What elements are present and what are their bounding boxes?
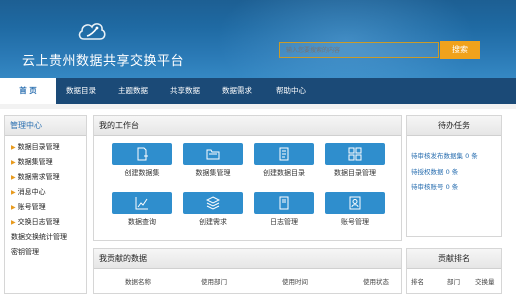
sidebar-item-label: 账号管理 bbox=[17, 203, 46, 211]
tile-dataset-mgmt[interactable]: 数据集管理 bbox=[183, 143, 243, 178]
contribution-rank-panel: 贡献排名 排名 部门 交换量 bbox=[406, 248, 502, 294]
tile-create-catalog[interactable]: 创建数据目录 bbox=[254, 143, 314, 178]
column-header: 使用状态 bbox=[363, 278, 389, 286]
contrib-title: 我贡献的数据 bbox=[94, 249, 401, 269]
account-icon bbox=[325, 192, 385, 214]
nav-item-home[interactable]: 首 页 bbox=[0, 78, 56, 104]
sidebar-item-label: 数据目录管理 bbox=[17, 143, 60, 151]
caret-right-icon: ▶ bbox=[11, 219, 16, 226]
sidebar-item-exchange-log[interactable]: ▶ 交换日志管理 bbox=[11, 217, 60, 227]
tile-label: 账号管理 bbox=[341, 218, 369, 226]
column-header: 交换量 bbox=[475, 278, 495, 286]
tile-data-query[interactable]: 数据查询 bbox=[112, 192, 172, 227]
todo-item-pending-publish[interactable]: 待审核发布数据集 0 条 bbox=[411, 150, 478, 160]
sidebar-item-label: 消息中心 bbox=[17, 188, 46, 196]
management-sidebar: 管理中心 ▶ 数据目录管理 ▶ 数据集管理 ▶ 数据需求管理 ▶ 消息中心 ▶ 账号管理 … bbox=[4, 115, 87, 294]
log-document-icon bbox=[254, 192, 314, 214]
search-button[interactable]: 搜索 bbox=[440, 41, 480, 59]
sidebar-item-account-mgmt[interactable]: ▶ 账号管理 bbox=[11, 202, 46, 212]
column-header: 数据名称 bbox=[125, 278, 151, 286]
workbench-title: 我的工作台 bbox=[94, 116, 401, 136]
tile-label: 创建需求 bbox=[199, 218, 227, 226]
caret-right-icon: ▶ bbox=[11, 174, 16, 181]
document-list-icon bbox=[254, 143, 314, 165]
tile-label: 创建数据目录 bbox=[263, 169, 305, 177]
cloud-swoosh-icon bbox=[78, 23, 106, 40]
sidebar-title: 管理中心 bbox=[5, 116, 86, 136]
nav-divider bbox=[0, 104, 516, 109]
tile-label: 数据查询 bbox=[128, 218, 156, 226]
sidebar-item-message-center[interactable]: ▶ 消息中心 bbox=[11, 187, 46, 197]
sidebar-item-catalog-mgmt[interactable]: ▶ 数据目录管理 bbox=[11, 142, 60, 152]
nav-item-data-demand[interactable]: 数据需求 bbox=[222, 78, 252, 104]
search-input[interactable] bbox=[279, 42, 439, 58]
nav-item-topic-data[interactable]: 主题数据 bbox=[118, 78, 148, 104]
grid-icon bbox=[325, 143, 385, 165]
header-glow bbox=[216, 0, 476, 78]
nav-item-shared-data[interactable]: 共享数据 bbox=[170, 78, 200, 104]
todo-item-pending-account[interactable]: 待审核账号 0 条 bbox=[411, 181, 458, 191]
main-nav: 首 页 数据目录 主题数据 共享数据 数据需求 帮助中心 bbox=[0, 78, 516, 104]
todo-item-pending-authorize[interactable]: 待授权数据 0 条 bbox=[411, 166, 458, 176]
my-workbench-panel: 我的工作台 创建数据集 数据集管理 创建数据目录 数据目录管理 数据查询 创建需… bbox=[93, 115, 402, 241]
tile-label: 数据目录管理 bbox=[334, 169, 376, 177]
nav-item-data-catalog[interactable]: 数据目录 bbox=[66, 78, 96, 104]
tile-create-dataset[interactable]: 创建数据集 bbox=[112, 143, 172, 178]
site-title: 云上贵州数据共享交换平台 bbox=[22, 54, 185, 69]
sidebar-item-demand-mgmt[interactable]: ▶ 数据需求管理 bbox=[11, 172, 60, 182]
create-dataset-icon bbox=[112, 143, 172, 165]
nav-item-help-center[interactable]: 帮助中心 bbox=[276, 78, 306, 104]
sidebar-item-label: 交换日志管理 bbox=[17, 218, 60, 226]
todo-tasks-panel: 待办任务 待审核发布数据集 0 条 待授权数据 0 条 待审核账号 0 条 bbox=[406, 115, 502, 237]
tile-label: 创建数据集 bbox=[124, 169, 160, 177]
layers-icon bbox=[183, 192, 243, 214]
sidebar-item-label: 数据集管理 bbox=[17, 158, 53, 166]
column-header: 使用时间 bbox=[282, 278, 308, 286]
todo-title: 待办任务 bbox=[407, 116, 501, 136]
sidebar-item-exchange-stats[interactable]: 数据交换统计管理 bbox=[11, 232, 67, 242]
folder-icon bbox=[183, 143, 243, 165]
tile-label: 日志管理 bbox=[270, 218, 298, 226]
tile-label: 数据集管理 bbox=[195, 169, 231, 177]
column-header: 部门 bbox=[447, 278, 460, 286]
sidebar-item-key-mgmt[interactable]: 密钥管理 bbox=[11, 247, 39, 257]
column-header: 使用部门 bbox=[201, 278, 227, 286]
tile-create-demand[interactable]: 创建需求 bbox=[183, 192, 243, 227]
tile-catalog-mgmt[interactable]: 数据目录管理 bbox=[325, 143, 385, 178]
sidebar-item-dataset-mgmt[interactable]: ▶ 数据集管理 bbox=[11, 157, 53, 167]
site-header: 云上贵州数据共享交换平台 搜索 bbox=[0, 0, 516, 78]
caret-right-icon: ▶ bbox=[11, 159, 16, 166]
chart-query-icon bbox=[112, 192, 172, 214]
caret-right-icon: ▶ bbox=[11, 189, 16, 196]
rank-title: 贡献排名 bbox=[407, 249, 501, 269]
sidebar-item-label: 数据需求管理 bbox=[17, 173, 60, 181]
tile-account-mgmt[interactable]: 账号管理 bbox=[325, 192, 385, 227]
my-contributed-data-panel: 我贡献的数据 数据名称 使用部门 使用时间 使用状态 bbox=[93, 248, 402, 294]
column-header: 排名 bbox=[411, 278, 424, 286]
tile-log-mgmt[interactable]: 日志管理 bbox=[254, 192, 314, 227]
caret-right-icon: ▶ bbox=[11, 144, 16, 151]
caret-right-icon: ▶ bbox=[11, 204, 16, 211]
